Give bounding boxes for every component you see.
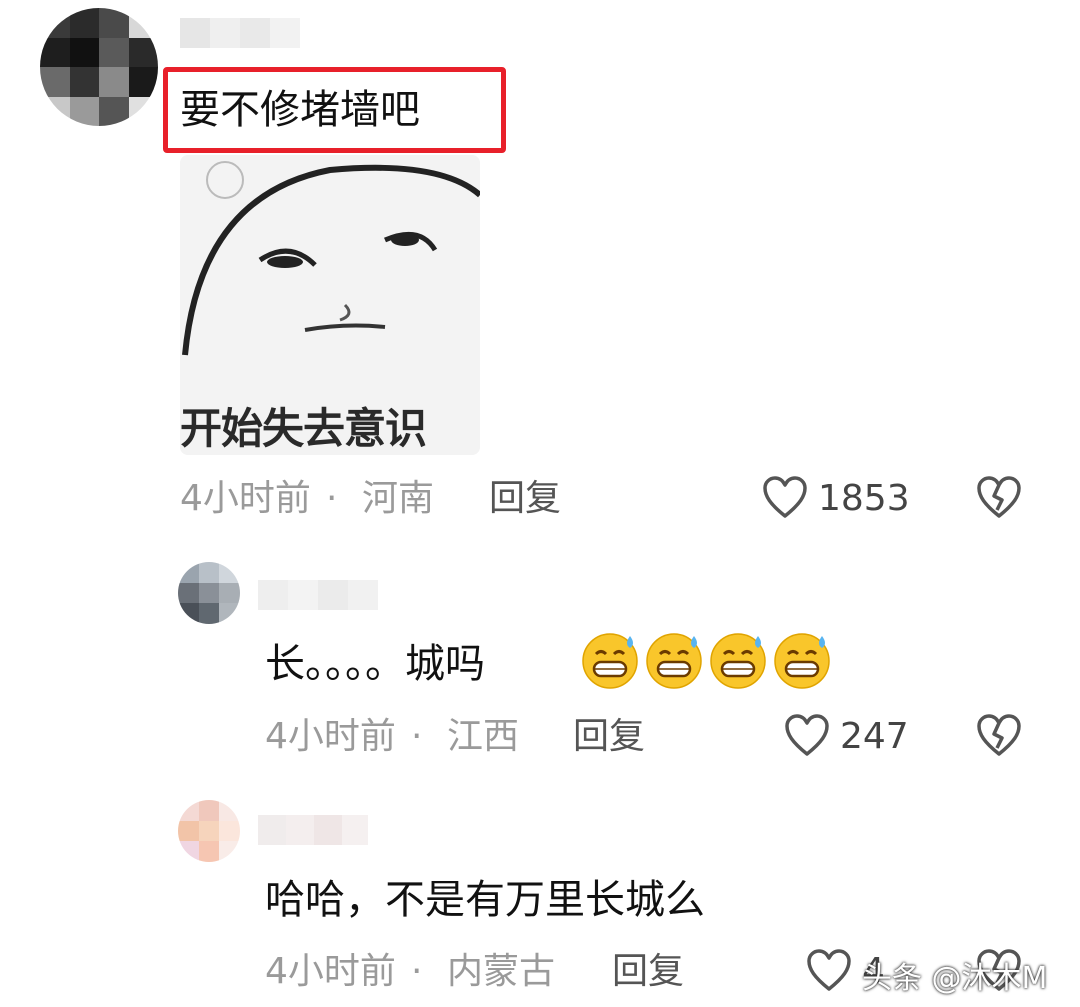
watermark: 头条 @沐木M [862, 961, 1048, 996]
like-count: 1853 [818, 478, 910, 519]
meta-separator: · [411, 951, 423, 992]
comment-location: 河南 [362, 478, 435, 519]
avatar[interactable] [40, 8, 158, 126]
meta-separator: · [326, 478, 338, 519]
heart-icon[interactable] [762, 476, 808, 520]
reply-button[interactable]: 回复 [612, 950, 684, 994]
sticker-caption: 开始失去意识 [180, 404, 427, 453]
comment-time: 4小时前 [265, 951, 396, 992]
heart-icon[interactable] [806, 949, 852, 993]
avatar[interactable] [178, 800, 240, 862]
reply-button[interactable]: 回复 [489, 477, 561, 521]
comment-time: 4小时前 [265, 716, 396, 757]
reply-button[interactable]: 回复 [573, 715, 645, 759]
comment-location: 内蒙古 [447, 951, 556, 992]
comment-text: 长。。。。城吗 [265, 641, 485, 687]
meta-separator: · [411, 716, 423, 757]
like-count: 247 [840, 716, 909, 757]
broken-heart-icon[interactable] [976, 714, 1022, 758]
emoji-row [580, 630, 832, 690]
avatar[interactable] [178, 562, 240, 624]
comment-text: 哈哈，不是有万里长城么 [265, 877, 705, 923]
comment-text: 要不修堵墙吧 [180, 87, 420, 133]
comment-location: 江西 [447, 716, 520, 757]
grinning-sweat-emoji [582, 633, 638, 689]
grinning-sweat-emoji [710, 633, 766, 689]
username-blurred[interactable] [258, 580, 378, 610]
heart-icon[interactable] [784, 714, 830, 758]
sticker-image[interactable]: 开始失去意识 [180, 155, 480, 455]
username-blurred[interactable] [258, 815, 368, 845]
grinning-sweat-emoji [646, 633, 702, 689]
grinning-sweat-emoji [774, 633, 830, 689]
comment-time: 4小时前 [180, 478, 311, 519]
broken-heart-icon[interactable] [976, 476, 1022, 520]
username-blurred[interactable] [180, 18, 300, 48]
